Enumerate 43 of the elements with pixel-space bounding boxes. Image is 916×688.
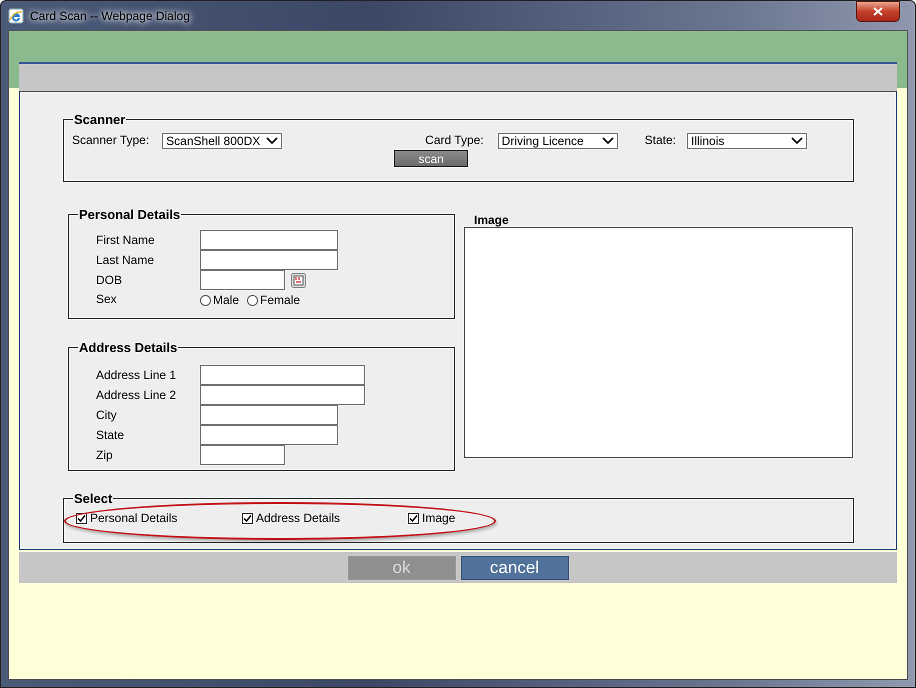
browser-icon [8, 8, 24, 24]
dialog-button[interactable]: cancel [460, 556, 568, 580]
dropdown[interactable]: Illinois [687, 133, 808, 149]
field-label: Zip [96, 448, 114, 462]
chevron-down-icon [602, 137, 614, 145]
text-field[interactable] [200, 405, 338, 425]
field-label: Address Line 1 [96, 368, 178, 382]
group-legend: Scanner [73, 112, 126, 127]
scan-button[interactable]: scan [394, 150, 468, 167]
checkbox-option[interactable]: Image [408, 511, 528, 525]
close-button[interactable] [856, 1, 900, 22]
radio-option[interactable]: Female [247, 293, 300, 307]
text-field[interactable] [200, 250, 338, 270]
text-field[interactable] [200, 230, 338, 250]
dropdown[interactable]: ScanShell 800DX [162, 133, 282, 149]
text-field[interactable] [200, 365, 365, 385]
field-label: DOB [96, 273, 124, 287]
close-icon [873, 7, 883, 16]
chevron-down-icon [791, 137, 804, 145]
text-field[interactable] [200, 385, 365, 405]
field-label: Sex [96, 292, 118, 306]
field-label: Scanner Type: [72, 133, 150, 147]
group-legend: Address Details [78, 340, 178, 355]
dropdown[interactable]: Driving Licence [498, 133, 618, 149]
chevron-down-icon [266, 137, 278, 145]
field-label: City [96, 408, 118, 422]
field-label: Address Line 2 [96, 388, 178, 402]
field-label: State: [644, 133, 676, 147]
window-title: Card Scan -- Webpage Dialog [30, 8, 190, 22]
radio-option[interactable]: Male [200, 293, 240, 307]
group-legend: Personal Details [78, 207, 182, 222]
calendar-icon[interactable] [291, 272, 306, 288]
image-label: Image [474, 213, 510, 227]
field-label: Card Type: [425, 133, 484, 147]
text-field[interactable] [200, 445, 285, 465]
checkbox-option[interactable]: Address Details [242, 511, 408, 525]
group-legend: Select [73, 491, 114, 506]
checkbox-option[interactable]: Personal Details [76, 511, 242, 525]
text-field[interactable] [200, 270, 285, 290]
field-label: First Name [96, 233, 156, 247]
field-label: State [96, 428, 126, 442]
text-field[interactable] [200, 425, 338, 445]
field-label: Last Name [96, 253, 156, 267]
